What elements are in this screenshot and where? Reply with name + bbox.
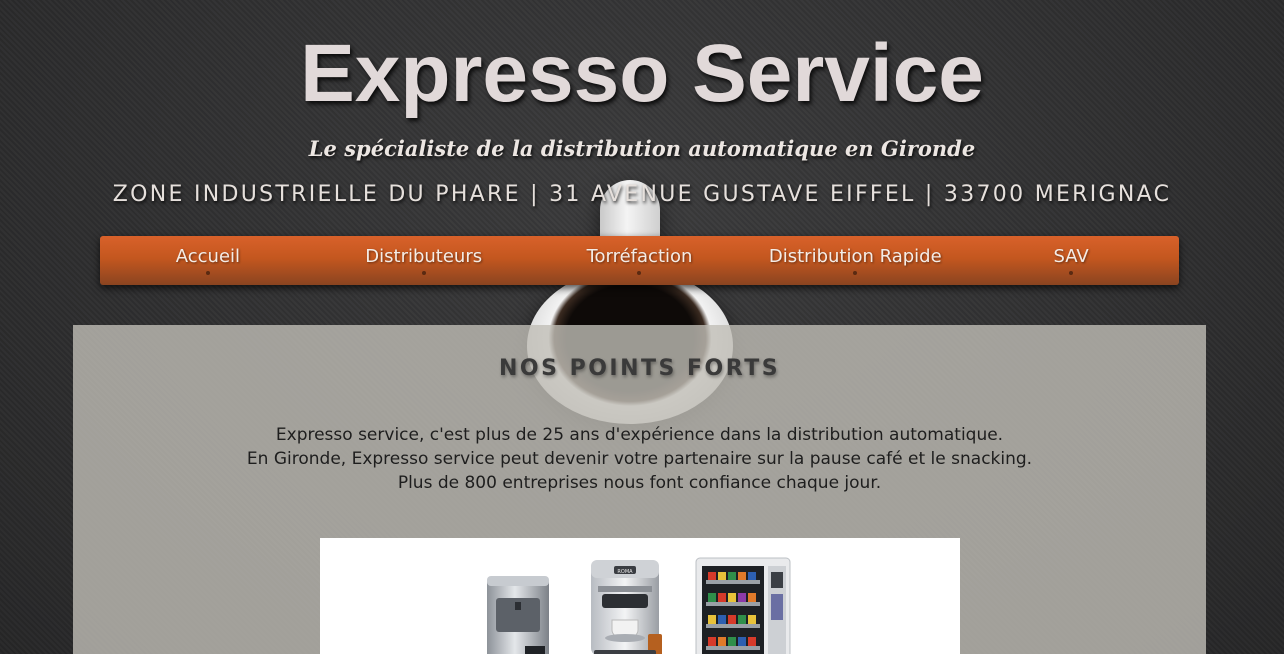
nav-item-distributeurs[interactable]: Distributeurs: [316, 236, 532, 285]
nav-label: Torréfaction: [586, 246, 693, 267]
nav-label: Distribution Rapide: [768, 246, 942, 267]
nav-item-sav[interactable]: SAV: [963, 236, 1179, 285]
espresso-machine-image: ROMA: [591, 560, 662, 654]
intro-text: Expresso service, c'est plus de 25 ans d…: [73, 423, 1206, 495]
snack-vending-machine-image: [695, 557, 791, 654]
nav-dot-icon: [205, 271, 210, 275]
intro-line: En Gironde, Expresso service peut deveni…: [246, 449, 1033, 469]
site-address: ZONE INDUSTRIELLE DU PHARE | 31 AVENUE G…: [112, 182, 1172, 207]
product-showcase-image: ROMA: [320, 538, 960, 654]
nav-label: Accueil: [175, 246, 241, 267]
nav-dot-icon: [853, 271, 858, 275]
section-title: NOS POINTS FORTS: [498, 356, 781, 381]
espresso-brand-label: ROMA: [617, 569, 633, 575]
nav-label: Distributeurs: [365, 246, 483, 267]
nav-item-accueil[interactable]: Accueil: [100, 236, 316, 285]
intro-line: Expresso service, c'est plus de 25 ans d…: [275, 425, 1004, 445]
nav-label: SAV: [1053, 246, 1089, 267]
nav-item-torrefaction[interactable]: Torréfaction: [532, 236, 748, 285]
water-dispenser-image: [487, 576, 549, 654]
nav-dot-icon: [1069, 271, 1074, 275]
product-showcase-svg: ROMA: [487, 557, 791, 654]
nav-dot-icon: [421, 271, 426, 275]
site-title: Expresso Service: [300, 28, 984, 119]
site-tagline: Le spécialiste de la distribution automa…: [308, 136, 976, 161]
nav-dot-icon: [637, 271, 642, 275]
main-navigation: Accueil Distributeurs Torréfaction Distr…: [100, 236, 1179, 285]
strengths-section: NOS POINTS FORTS Expresso service, c'est…: [73, 325, 1206, 654]
intro-line: Plus de 800 entreprises nous font confia…: [397, 473, 882, 493]
nav-item-distribution-rapide[interactable]: Distribution Rapide: [747, 236, 963, 285]
